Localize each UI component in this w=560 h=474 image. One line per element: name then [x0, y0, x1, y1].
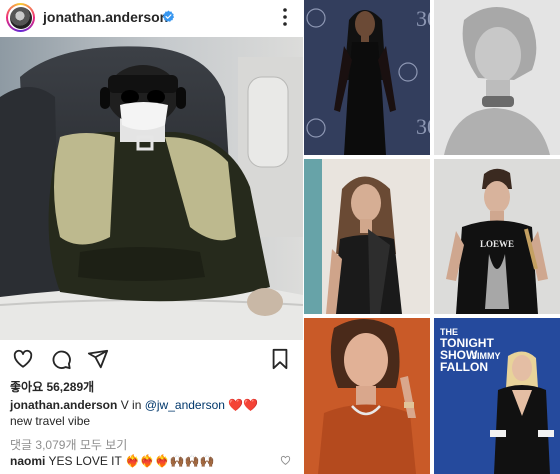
airplane-seat-photo: [0, 37, 303, 340]
comment-username[interactable]: naomi: [10, 454, 45, 468]
view-all-comments-link[interactable]: 댓글 3,079개 모두 보기: [10, 436, 127, 453]
man-tshirt-photo: LOEWE: [434, 159, 560, 314]
backdrop-number-lower: 30: [416, 114, 430, 139]
post-photo[interactable]: [0, 37, 303, 340]
instagram-post: jonathan.anderson 좋아요 56,289개 jonathan.a…: [0, 0, 303, 474]
more-options-icon[interactable]: [281, 7, 289, 27]
post-header: jonathan.anderson: [0, 0, 303, 35]
grid-photo-jewelry-ad[interactable]: [304, 318, 430, 474]
caption-username[interactable]: jonathan.anderson: [10, 398, 117, 412]
caption-hearts: ❤️❤️: [228, 398, 259, 412]
top-comment: naomi YES LOVE IT ❤️‍🔥❤️‍🔥❤️‍🔥🙌🏾🙌🏾🙌🏾: [10, 454, 215, 468]
like-heart-icon[interactable]: [12, 348, 34, 370]
comment-text: YES LOVE IT: [48, 454, 122, 468]
comment-like-heart-icon[interactable]: [280, 455, 291, 466]
caption-text: V in: [120, 398, 145, 412]
comment-emoji: ❤️‍🔥❤️‍🔥❤️‍🔥🙌🏾🙌🏾🙌🏾: [124, 454, 215, 468]
show-logo-line5: FALLON: [440, 360, 488, 374]
post-username[interactable]: jonathan.anderson: [43, 9, 168, 25]
grid-photo-woman-black-top[interactable]: [304, 159, 430, 314]
share-send-icon[interactable]: [87, 348, 109, 370]
photo-grid: 30 30: [304, 0, 560, 474]
post-actions: [0, 348, 303, 374]
grid-photo-tonight-show[interactable]: THE TONIGHT SHOW JIMMY FALLON: [434, 318, 560, 474]
profile-avatar[interactable]: [6, 3, 35, 32]
grid-photo-bw-portrait[interactable]: [434, 0, 560, 155]
jewelry-ad-photo: [304, 318, 430, 474]
woman-black-top-photo: [304, 159, 430, 314]
red-carpet-photo: 30 30: [304, 0, 430, 155]
bw-portrait-photo: [434, 0, 560, 155]
tonight-show-photo: THE TONIGHT SHOW JIMMY FALLON: [434, 318, 560, 474]
save-bookmark-icon[interactable]: [270, 348, 290, 370]
caption-mention-link[interactable]: @jw_anderson: [145, 398, 225, 412]
verified-badge-icon: [162, 10, 175, 22]
post-caption: jonathan.anderson V in @jw_anderson ❤️❤️: [10, 398, 258, 412]
caption-second-line: new travel vibe: [10, 414, 91, 428]
grid-photo-red-carpet[interactable]: 30 30: [304, 0, 430, 155]
comment-icon[interactable]: [50, 348, 72, 370]
grid-photo-man-tshirt[interactable]: LOEWE: [434, 159, 560, 314]
backdrop-number: 30: [416, 6, 430, 31]
like-count[interactable]: 좋아요 56,289개: [10, 378, 94, 395]
tshirt-print-text: LOEWE: [480, 239, 514, 249]
